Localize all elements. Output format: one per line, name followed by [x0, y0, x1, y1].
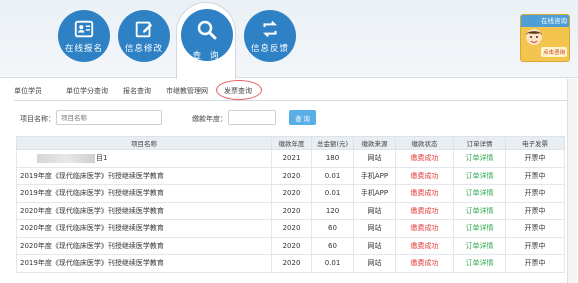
tab-city-portal[interactable]: 市继教管理网	[166, 86, 208, 96]
cell-year: 2020	[271, 254, 312, 273]
order-detail-link[interactable]: 订单详情	[453, 219, 506, 238]
order-detail-link[interactable]: 订单详情	[453, 149, 506, 168]
cell-status: 缴费成功	[395, 166, 454, 185]
online-service-button[interactable]: 在线咨询 点击咨询	[520, 14, 570, 62]
cell-project-name: 目1	[16, 149, 272, 168]
cell-invoice: 开票中	[505, 166, 565, 185]
order-detail-link[interactable]: 订单详情	[453, 166, 506, 185]
table-row: 2020年度《现代临床医学》刊授继续医学教育 2020 60 网站 缴费成功 订…	[16, 236, 565, 255]
table-row: 2019年度《现代临床医学》刊授继续医学教育 2020 0.01 手机APP 缴…	[16, 184, 565, 203]
table-row: 2019年度《现代临床医学》刊授继续医学教育 2020 0.01 网站 缴费成功…	[16, 254, 565, 273]
cell-amount: 180	[311, 149, 354, 168]
order-detail-link[interactable]: 订单详情	[453, 184, 506, 203]
project-name-label: 项目名称：	[20, 115, 55, 123]
nav-label: 查 询	[192, 51, 222, 61]
cell-source: 网站	[353, 201, 396, 220]
service-agent-icon	[526, 29, 542, 45]
table-header-row: 项目名称 缴款年度 总金额(元) 缴款来源 缴款状态 订单详情 电子发票	[16, 136, 565, 150]
nav-feedback[interactable]: 信息反馈	[244, 10, 296, 62]
order-detail-link[interactable]: 订单详情	[453, 201, 506, 220]
table-row: 2019年度《现代临床医学》刊授继续医学教育 2020 0.01 手机APP 缴…	[16, 166, 565, 185]
cell-status: 缴费成功	[395, 236, 454, 255]
cell-source: 手机APP	[353, 184, 396, 203]
nav-label: 信息修改	[124, 44, 163, 54]
cell-invoice: 开票中	[505, 184, 565, 203]
cell-project-name: 2019年度《现代临床医学》刊授继续医学教育	[16, 184, 272, 203]
cell-amount: 0.01	[311, 184, 354, 203]
cell-amount: 60	[311, 236, 354, 255]
search-icon	[197, 20, 217, 40]
col-source: 缴款来源	[353, 136, 396, 150]
nav-query[interactable]: 查 询	[176, 2, 236, 79]
scrollbar[interactable]	[567, 79, 577, 283]
cell-year: 2020	[271, 201, 312, 220]
cell-project-name: 2020年度《现代临床医学》刊授继续医学教育	[16, 201, 272, 220]
cell-project-name: 2020年度《现代临床医学》刊授继续医学教育	[16, 236, 272, 255]
cell-project-name: 2019年度《现代临床医学》刊授继续医学教育	[16, 254, 272, 273]
highlight-circle	[216, 80, 262, 100]
tab-unit-credits[interactable]: 单位学分查询	[66, 86, 108, 96]
col-invoice: 电子发票	[505, 136, 565, 150]
col-year: 缴款年度	[271, 136, 312, 150]
cell-amount: 60	[311, 219, 354, 238]
col-amount: 总金额(元)	[311, 136, 354, 150]
project-name-text: 目1	[96, 154, 108, 163]
cell-year: 2020	[271, 166, 312, 185]
order-detail-link[interactable]: 订单详情	[453, 236, 506, 255]
service-title: 在线咨询	[521, 15, 569, 27]
cell-invoice: 开票中	[505, 236, 565, 255]
col-detail: 订单详情	[453, 136, 506, 150]
cell-source: 网站	[353, 149, 396, 168]
cell-amount: 120	[311, 201, 354, 220]
cell-project-name: 2020年度《现代临床医学》刊授继续医学教育	[16, 219, 272, 238]
search-button[interactable]: 查 询	[289, 110, 316, 125]
cell-source: 网站	[353, 254, 396, 273]
order-detail-link[interactable]: 订单详情	[453, 254, 506, 273]
cell-source: 网站	[353, 219, 396, 238]
refresh-icon	[262, 20, 278, 38]
table-row: 目1 2021 180 网站 缴费成功 订单详情 开票中	[16, 149, 565, 168]
table-row: 2020年度《现代临床医学》刊授继续医学教育 2020 120 网站 缴费成功 …	[16, 201, 565, 220]
tab-registration-query[interactable]: 报名查询	[123, 86, 151, 96]
cell-year: 2020	[271, 219, 312, 238]
cell-project-name: 2019年度《现代临床医学》刊授继续医学教育	[16, 166, 272, 185]
col-status: 缴款状态	[395, 136, 454, 150]
cell-source: 手机APP	[353, 166, 396, 185]
tab-divider	[14, 100, 568, 101]
payment-year-label: 缴款年度：	[192, 115, 227, 123]
service-subtitle: 点击咨询	[540, 47, 567, 57]
table-row: 2020年度《现代临床医学》刊授继续医学教育 2020 60 网站 缴费成功 订…	[16, 219, 565, 238]
cell-invoice: 开票中	[505, 149, 565, 168]
nav-label: 在线报名	[64, 44, 103, 54]
invoice-table: 项目名称 缴款年度 总金额(元) 缴款来源 缴款状态 订单详情 电子发票 目1 …	[16, 136, 565, 273]
cell-year: 2020	[271, 236, 312, 255]
tab-unit-students[interactable]: 单位学员	[14, 86, 42, 96]
cell-status: 缴费成功	[395, 149, 454, 168]
cell-amount: 0.01	[311, 254, 354, 273]
cell-status: 缴费成功	[395, 219, 454, 238]
cell-status: 缴费成功	[395, 254, 454, 273]
cell-invoice: 开票中	[505, 201, 565, 220]
nav-label: 信息反馈	[250, 44, 289, 54]
cell-status: 缴费成功	[395, 184, 454, 203]
cell-invoice: 开票中	[505, 254, 565, 273]
cell-status: 缴费成功	[395, 201, 454, 220]
cell-year: 2021	[271, 149, 312, 168]
cell-source: 网站	[353, 236, 396, 255]
project-name-input[interactable]	[56, 110, 162, 125]
id-card-icon	[74, 20, 94, 38]
nav-edit-info[interactable]: 信息修改	[118, 10, 170, 62]
nav-online-signup[interactable]: 在线报名	[58, 10, 110, 62]
cell-amount: 0.01	[311, 166, 354, 185]
redacted-text	[37, 153, 95, 163]
cell-year: 2020	[271, 184, 312, 203]
cell-invoice: 开票中	[505, 219, 565, 238]
edit-icon	[135, 21, 153, 38]
col-project-name: 项目名称	[16, 136, 272, 150]
payment-year-input[interactable]	[228, 110, 276, 125]
header-bar: 在线报名 信息修改 查 询 信息反馈 在线咨询 点击咨询	[0, 0, 578, 79]
